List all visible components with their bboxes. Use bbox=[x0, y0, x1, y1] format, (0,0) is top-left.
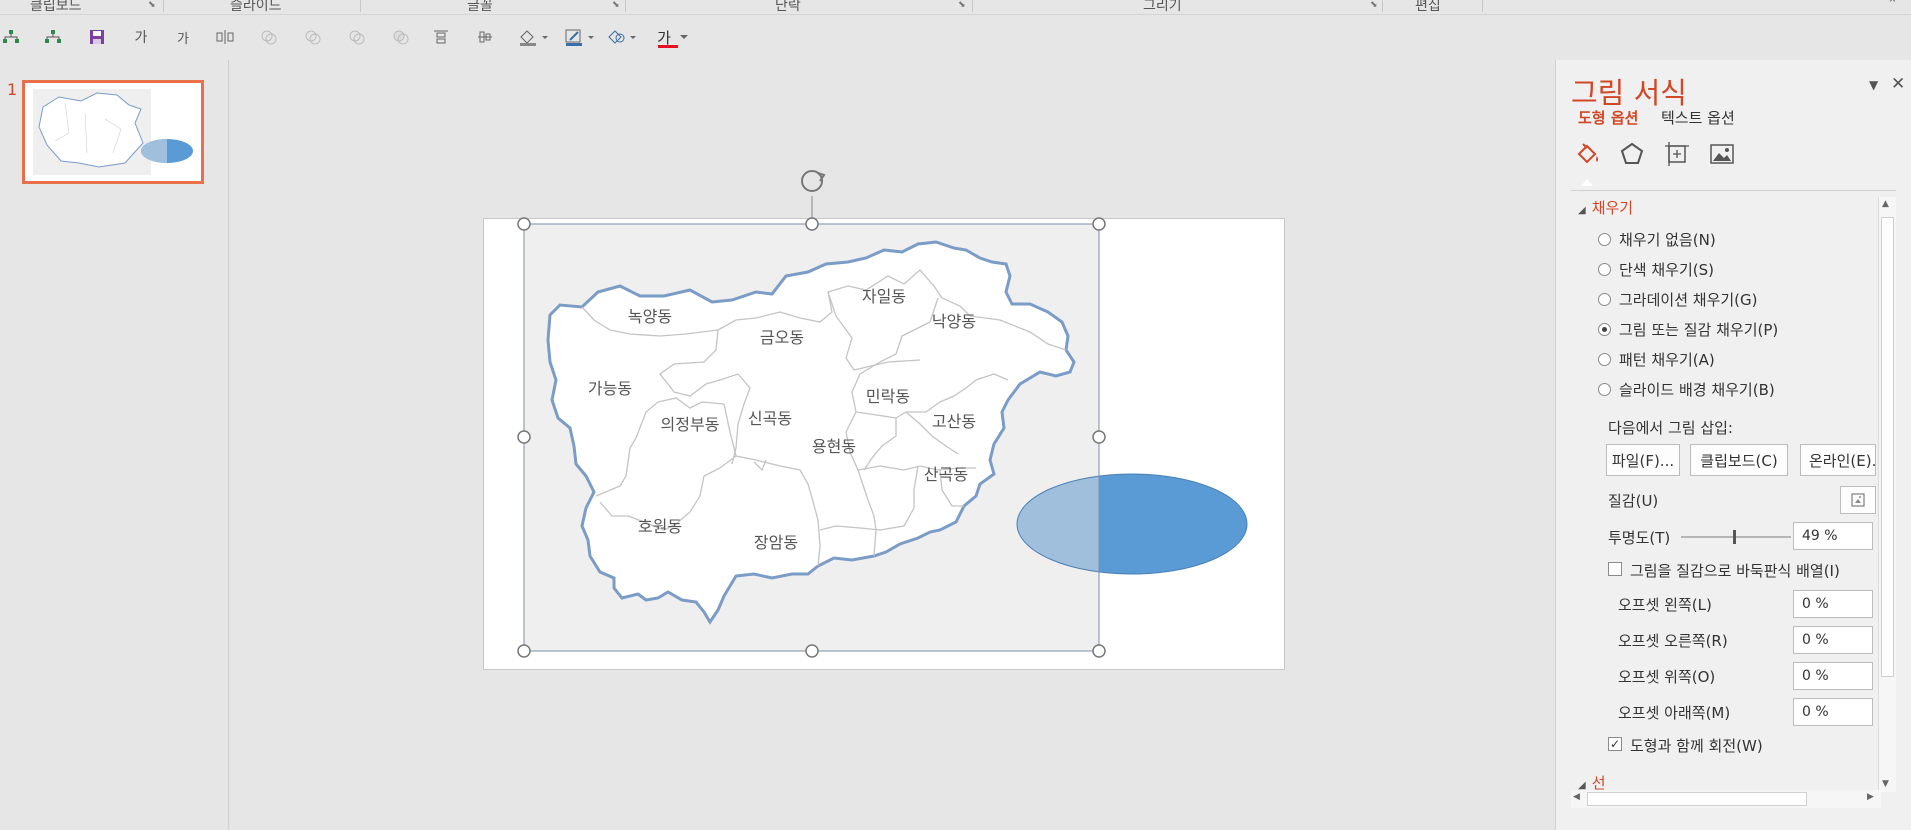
offset-bottom-field[interactable]: 0 % bbox=[1793, 698, 1873, 726]
tab-shape-options[interactable]: 도형 옵션 bbox=[1578, 107, 1638, 128]
transparency-label: 투명도(T) bbox=[1608, 529, 1671, 547]
district-label: 신곡동 bbox=[748, 409, 792, 428]
tab-text-options[interactable]: 텍스트 옵션 bbox=[1661, 107, 1735, 128]
transparency-slider-thumb[interactable] bbox=[1733, 530, 1736, 544]
effects-pentagon-icon[interactable] bbox=[1616, 138, 1648, 170]
rotate-with-shape-label: 도형과 함께 회전(W) bbox=[1630, 737, 1763, 755]
offset-top-field[interactable]: 0 % bbox=[1793, 662, 1873, 690]
texture-label: 질감(U) bbox=[1608, 492, 1659, 510]
resize-handle[interactable] bbox=[805, 644, 819, 658]
close-icon[interactable]: ✕ bbox=[1891, 74, 1905, 94]
radio-no-fill[interactable]: 채우기 없음(N) bbox=[1598, 228, 1716, 250]
size-properties-icon[interactable] bbox=[1661, 138, 1693, 170]
scroll-left-icon[interactable]: ◀ bbox=[1573, 792, 1580, 802]
scroll-up-icon[interactable]: ▲ bbox=[1882, 199, 1889, 209]
radio-pattern-fill[interactable]: 패턴 채우기(A) bbox=[1598, 348, 1715, 370]
offset-right-label: 오프셋 오른쪽(R) bbox=[1618, 632, 1728, 650]
tile-label: 그림을 질감으로 바둑판식 배열(I) bbox=[1630, 562, 1840, 580]
scroll-down-icon[interactable]: ▼ bbox=[1882, 779, 1889, 789]
district-label: 금오동 bbox=[760, 328, 804, 347]
district-label: 장암동 bbox=[754, 533, 798, 552]
radio-slide-background-fill[interactable]: 슬라이드 배경 채우기(B) bbox=[1598, 378, 1775, 400]
pane-vertical-scrollbar[interactable]: ▲ ▼ bbox=[1878, 197, 1896, 792]
resize-handle[interactable] bbox=[1092, 430, 1106, 444]
section-fill-header[interactable]: ◢ 채우기 bbox=[1578, 197, 1633, 218]
scrollbar-thumb[interactable] bbox=[1587, 792, 1807, 806]
resize-handle[interactable] bbox=[1092, 644, 1106, 658]
radio-icon bbox=[1598, 292, 1611, 306]
pane-horizontal-scrollbar[interactable]: ◀ ▶ bbox=[1571, 790, 1881, 808]
picture-icon[interactable] bbox=[1706, 138, 1738, 170]
district-label: 가능동 bbox=[588, 379, 632, 398]
transparency-slider-track[interactable] bbox=[1681, 530, 1791, 544]
radio-gradient-fill[interactable]: 그라데이션 채우기(G) bbox=[1598, 288, 1758, 310]
radio-selected-icon bbox=[1598, 322, 1611, 336]
district-label: 녹양동 bbox=[628, 307, 672, 326]
fill-line-icon[interactable] bbox=[1571, 138, 1603, 170]
resize-handle[interactable] bbox=[517, 217, 531, 231]
file-button[interactable]: 파일(F)... bbox=[1606, 444, 1680, 476]
offset-bottom-label: 오프셋 아래쪽(M) bbox=[1618, 704, 1731, 722]
radio-picture-texture-fill[interactable]: 그림 또는 질감 채우기(P) bbox=[1598, 318, 1778, 340]
clipboard-button[interactable]: 클립보드(C) bbox=[1690, 444, 1788, 476]
district-label: 자일동 bbox=[862, 287, 906, 306]
tile-checkbox[interactable] bbox=[1608, 562, 1622, 576]
district-label: 호원동 bbox=[638, 517, 682, 536]
district-label: 산곡동 bbox=[924, 465, 968, 484]
active-tab-pointer bbox=[1581, 179, 1593, 186]
online-button[interactable]: 온라인(E)... bbox=[1800, 444, 1876, 476]
offset-left-field[interactable]: 0 % bbox=[1793, 590, 1873, 618]
district-label: 민락동 bbox=[866, 387, 910, 406]
radio-solid-fill[interactable]: 단색 채우기(S) bbox=[1598, 258, 1714, 280]
scroll-right-icon[interactable]: ▶ bbox=[1867, 792, 1874, 802]
offset-top-label: 오프셋 위쪽(O) bbox=[1618, 668, 1716, 686]
texture-picker-button[interactable] bbox=[1840, 486, 1876, 514]
resize-handle[interactable] bbox=[1092, 217, 1106, 231]
district-label: 용현동 bbox=[812, 437, 856, 456]
rotate-with-shape-checkbox[interactable]: ✓ bbox=[1608, 737, 1622, 751]
pane-options-chevron-icon[interactable]: ▼ bbox=[1869, 78, 1878, 92]
resize-handle[interactable] bbox=[517, 644, 531, 658]
transparency-field[interactable]: 49 % bbox=[1793, 522, 1873, 550]
radio-icon bbox=[1598, 352, 1611, 366]
district-label: 낙양동 bbox=[932, 312, 976, 331]
offset-right-field[interactable]: 0 % bbox=[1793, 626, 1873, 654]
section-fill-label: 채우기 bbox=[1591, 199, 1634, 217]
texture-icon bbox=[1851, 493, 1865, 507]
resize-handle[interactable] bbox=[517, 430, 531, 444]
radio-icon bbox=[1598, 382, 1611, 396]
district-label: 의정부동 bbox=[661, 415, 720, 434]
collapse-ribbon-icon[interactable]: ⌃ bbox=[1887, 0, 1898, 12]
resize-handle[interactable] bbox=[805, 217, 819, 231]
insert-picture-from-label: 다음에서 그림 삽입: bbox=[1608, 419, 1733, 437]
pane-divider bbox=[1571, 190, 1896, 191]
rotate-handle-icon[interactable] bbox=[801, 170, 826, 192]
pane-title: 그림 서식 bbox=[1571, 76, 1687, 110]
radio-icon bbox=[1598, 232, 1611, 246]
scrollbar-thumb[interactable] bbox=[1881, 217, 1894, 677]
format-picture-pane: 그림 서식 ▼ ✕ 도형 옵션 텍스트 옵션 ◢ 채우기 채우기 없음(N) 단색… bbox=[1555, 60, 1911, 830]
collapse-triangle-icon: ◢ bbox=[1578, 205, 1586, 216]
radio-icon bbox=[1598, 262, 1611, 276]
slide-content-layer: 녹양동 자일동 낙양동 금오동 가능동 민락동 의정부동 신곡동 고산동 용현동… bbox=[517, 170, 1248, 658]
district-label: 고산동 bbox=[932, 412, 976, 431]
offset-left-label: 오프셋 왼쪽(L) bbox=[1618, 596, 1712, 614]
